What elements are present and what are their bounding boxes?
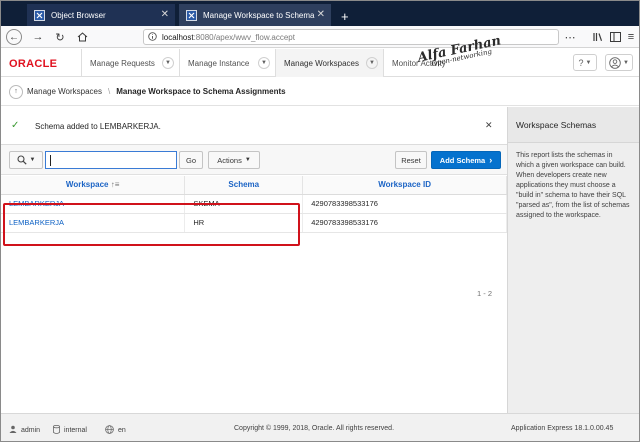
workspace-id-cell: 4290783398533176 xyxy=(302,194,507,214)
user-menu-button[interactable]: ▼ xyxy=(605,54,633,71)
help-button[interactable]: ? ▼ xyxy=(573,54,597,71)
report-search-bar: ▼ Go Actions ▼ Reset Add Schema › xyxy=(1,145,507,175)
tab-strip: Object Browser ✕ Manage Workspace to Sch… xyxy=(1,1,639,26)
menu-label: Manage Instance xyxy=(188,58,250,68)
url-host: localhost xyxy=(162,32,194,42)
apex-favicon-icon xyxy=(185,9,197,21)
column-header-label: Workspace xyxy=(65,180,109,190)
chevron-down-icon: ▼ xyxy=(244,157,251,163)
chevron-down-icon[interactable]: ▼ xyxy=(162,57,174,69)
apex-header: ORACLE Manage Requests ▼ Manage Instance… xyxy=(1,49,639,77)
tab-label: Object Browser xyxy=(51,10,106,20)
reset-button[interactable]: Reset xyxy=(395,151,427,169)
column-header-workspace[interactable]: Workspace ↑≡ xyxy=(1,176,186,195)
footer-language: en xyxy=(105,425,126,436)
sidebar-toggle-icon[interactable] xyxy=(608,30,622,44)
home-icon[interactable] xyxy=(75,30,89,44)
menu-label: Manage Requests xyxy=(90,58,155,68)
search-column-select[interactable]: ▼ xyxy=(9,151,43,169)
browser-window: Object Browser ✕ Manage Workspace to Sch… xyxy=(0,0,640,442)
reload-icon[interactable]: ↻ xyxy=(53,30,67,44)
footer-user-label: admin xyxy=(21,426,41,434)
success-text: Schema added to LEMBARKERJA. xyxy=(35,122,161,131)
more-actions-icon[interactable]: ⋯ xyxy=(563,30,577,44)
add-schema-button[interactable]: Add Schema › xyxy=(431,151,501,169)
side-panel: Workspace Schemas This report lists the … xyxy=(507,107,639,413)
actions-label: Actions xyxy=(217,155,242,165)
info-icon[interactable] xyxy=(148,31,157,43)
library-icon[interactable] xyxy=(591,30,605,44)
footer-language-label: en xyxy=(118,427,126,434)
chevron-down-icon: ▼ xyxy=(623,59,629,66)
tab-label: Manage Workspace to Schema xyxy=(203,10,315,20)
close-tab-icon[interactable]: ✕ xyxy=(317,9,325,20)
chevron-down-icon[interactable]: ▼ xyxy=(258,57,270,69)
side-panel-title: Workspace Schemas xyxy=(508,107,639,143)
breadcrumb-separator: \ xyxy=(108,87,111,96)
menu-manage-workspaces[interactable]: Manage Workspaces ▼ xyxy=(275,49,383,77)
side-panel-text: This report lists the schemas in which a… xyxy=(516,152,630,219)
actions-button[interactable]: Actions ▼ xyxy=(208,151,260,169)
up-arrow-icon[interactable]: ↑ xyxy=(9,84,23,99)
column-header-workspace-id[interactable]: Workspace ID xyxy=(302,176,507,195)
user-icon xyxy=(9,425,17,435)
apex-favicon-icon xyxy=(33,9,45,21)
version-text: Application Express 18.1.0.00.45 xyxy=(511,425,614,432)
annotation-highlight-box xyxy=(3,203,300,246)
globe-icon xyxy=(105,425,114,436)
success-message: ✓ Schema added to LEMBARKERJA. ✕ xyxy=(1,107,507,145)
search-icon xyxy=(16,155,27,165)
close-icon[interactable]: ✕ xyxy=(485,120,493,131)
menu-icon[interactable]: ≡ xyxy=(624,30,638,44)
user-icon xyxy=(609,56,621,69)
oracle-logo[interactable]: ORACLE xyxy=(9,58,57,70)
footer-user: admin xyxy=(9,425,40,435)
search-input[interactable] xyxy=(45,151,177,169)
breadcrumb: ↑ Manage Workspaces \ Manage Workspace t… xyxy=(1,78,639,106)
menu-label: Manage Workspaces xyxy=(284,58,359,68)
page-title: Manage Workspace to Schema Assignments xyxy=(116,87,286,96)
footer: admin internal en Copyright © 1999, 2018… xyxy=(1,413,639,441)
interactive-report: ▼ Go Actions ▼ Reset Add Schema › Workspac… xyxy=(1,145,507,413)
copyright-text: Copyright © 1999, 2018, Oracle. All righ… xyxy=(234,425,395,432)
go-button[interactable]: Go xyxy=(179,151,203,169)
chevron-down-icon: ▼ xyxy=(29,157,36,163)
footer-schema-label: internal xyxy=(64,427,87,434)
footer-schema: internal xyxy=(53,424,87,436)
column-header-schema[interactable]: Schema xyxy=(184,176,304,195)
close-tab-icon[interactable]: ✕ xyxy=(161,9,169,20)
table-header-row: Workspace ↑≡ Schema Workspace ID xyxy=(1,176,507,195)
database-icon xyxy=(53,424,60,436)
tab-object-browser[interactable]: Object Browser ✕ xyxy=(27,4,175,26)
forward-arrow-icon[interactable]: → xyxy=(31,30,45,44)
menu-manage-instance[interactable]: Manage Instance ▼ xyxy=(179,49,275,77)
chevron-down-icon[interactable]: ▼ xyxy=(366,57,378,69)
text-caret xyxy=(50,155,51,166)
sort-ascending-icon: ↑≡ xyxy=(110,180,120,190)
chevron-right-icon: › xyxy=(489,155,493,165)
new-tab-button[interactable]: + xyxy=(335,5,355,27)
menu-manage-requests[interactable]: Manage Requests ▼ xyxy=(81,49,179,77)
tab-manage-workspace[interactable]: Manage Workspace to Schema ✕ xyxy=(179,4,331,26)
help-icon: ? xyxy=(578,57,584,68)
add-schema-label: Add Schema xyxy=(439,155,486,165)
back-arrow-icon[interactable]: ← xyxy=(6,29,22,45)
chevron-down-icon: ▼ xyxy=(585,59,592,66)
workspace-id-cell: 4290783398533176 xyxy=(302,213,507,233)
url-path: :8080/apex/wwv_flow.accept xyxy=(193,32,295,42)
pagination-text: 1 - 2 xyxy=(477,289,493,298)
checkmark-icon: ✓ xyxy=(11,120,20,131)
main-content: ✓ Schema added to LEMBARKERJA. ✕ ▼ Go Ac… xyxy=(1,107,507,413)
browser-toolbar: ← → ↻ localhost:8080/apex/wwv_flow.accep… xyxy=(1,26,639,48)
breadcrumb-parent-link[interactable]: Manage Workspaces xyxy=(27,87,102,96)
